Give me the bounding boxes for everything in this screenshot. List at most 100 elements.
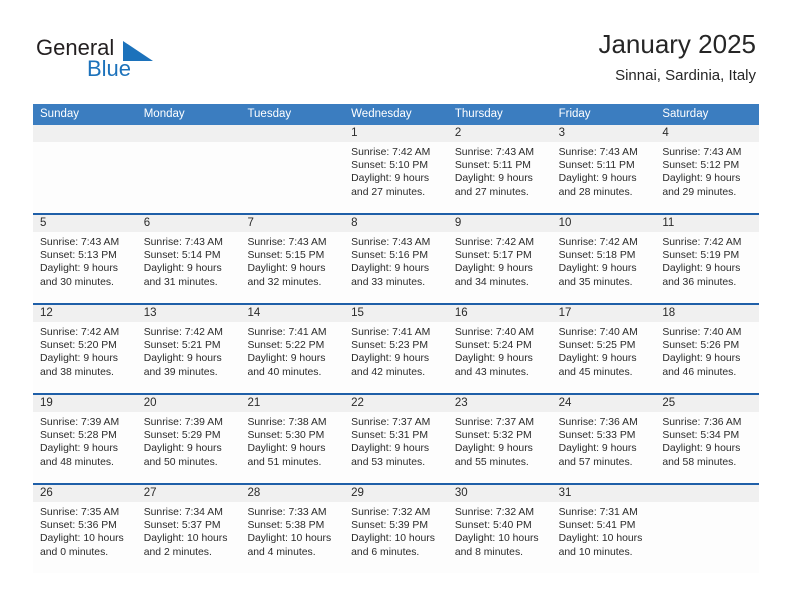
day-cell-20[interactable]: 20 Sunrise: 7:39 AM Sunset: 5:29 PM Dayligh…: [136, 395, 241, 483]
day-cell-5[interactable]: 5 Sunrise: 7:43 AM Sunset: 5:13 PM Daylight…: [33, 215, 137, 303]
day-cell-15[interactable]: 15 Sunrise: 7:41 AM Sunset: 5:23 PM Dayligh…: [344, 305, 448, 393]
day-cell-24[interactable]: 24 Sunrise: 7:36 AM Sunset: 5:33 PM Dayligh…: [551, 395, 656, 483]
day-number: [655, 485, 760, 502]
day-cell-13[interactable]: 13 Sunrise: 7:42 AM Sunset: 5:21 PM Dayligh…: [136, 305, 241, 393]
day-detail-line: and 28 minutes.: [558, 186, 633, 198]
day-detail-line: Daylight: 9 hours: [558, 353, 637, 365]
day-details: Sunrise: 7:33 AM Sunset: 5:38 PM Daylight:…: [240, 502, 344, 559]
day-cell-30[interactable]: 30 Sunrise: 7:32 AM Sunset: 5:40 PM Dayligh…: [447, 485, 552, 573]
day-detail-line: Sunset: 5:29 PM: [143, 430, 221, 442]
day-detail-line: Sunrise: 7:34 AM: [143, 507, 223, 518]
day-detail-line: Sunset: 5:10 PM: [351, 160, 428, 172]
day-detail-line: Sunset: 5:16 PM: [351, 250, 428, 262]
day-detail-line: and 50 minutes.: [143, 456, 218, 468]
day-number: 15: [344, 305, 448, 322]
day-number: 17: [551, 305, 656, 322]
day-details: Sunrise: 7:42 AM Sunset: 5:19 PM Daylight:…: [655, 232, 759, 289]
calendar-week-row: 12 Sunrise: 7:42 AM Sunset: 5:20 PM Dayligh…: [33, 303, 760, 393]
day-cell-23[interactable]: 23 Sunrise: 7:37 AM Sunset: 5:32 PM Dayligh…: [447, 395, 552, 483]
day-cell-14[interactable]: 14 Sunrise: 7:41 AM Sunset: 5:22 PM Dayligh…: [240, 305, 345, 393]
calendar-week-row: 26 Sunrise: 7:35 AM Sunset: 5:36 PM Dayligh…: [33, 483, 760, 573]
day-cell-2[interactable]: 2 Sunrise: 7:43 AM Sunset: 5:11 PM Daylight…: [447, 125, 552, 213]
day-details: Sunrise: 7:43 AM Sunset: 5:14 PM Daylight:…: [137, 232, 241, 289]
day-cell-3[interactable]: 3 Sunrise: 7:43 AM Sunset: 5:11 PM Daylight…: [551, 125, 656, 213]
day-number: 5: [33, 215, 137, 232]
calendar-page: General Blue January 2025 Sinnai, Sardin…: [0, 0, 792, 612]
day-number: [240, 125, 345, 142]
day-detail-line: Daylight: 9 hours: [454, 443, 533, 455]
day-cell-31[interactable]: 31 Sunrise: 7:31 AM Sunset: 5:41 PM Dayligh…: [551, 485, 656, 573]
day-cell-18[interactable]: 18 Sunrise: 7:40 AM Sunset: 5:26 PM Dayligh…: [655, 305, 760, 393]
day-detail-line: Daylight: 10 hours: [40, 533, 124, 545]
day-cell-29[interactable]: 29 Sunrise: 7:32 AM Sunset: 5:39 PM Dayligh…: [344, 485, 448, 573]
day-detail-line: Sunrise: 7:39 AM: [143, 417, 223, 428]
weekday-header-row: Sunday Monday Tuesday Wednesday Thursday Frid…: [33, 104, 759, 125]
day-detail-line: and 58 minutes.: [662, 456, 737, 468]
day-number: [33, 125, 137, 142]
day-cell-8[interactable]: 8 Sunrise: 7:43 AM Sunset: 5:16 PM Daylight…: [344, 215, 448, 303]
day-detail-line: Sunset: 5:31 PM: [351, 430, 428, 442]
day-cell-12[interactable]: 12 Sunrise: 7:42 AM Sunset: 5:20 PM Dayligh…: [33, 305, 137, 393]
day-detail-line: and 51 minutes.: [247, 456, 322, 468]
day-number: 20: [136, 395, 241, 412]
day-detail-line: Sunset: 5:13 PM: [40, 250, 117, 262]
day-detail-line: Sunrise: 7:37 AM: [351, 417, 431, 428]
day-number: 26: [33, 485, 137, 502]
day-detail-line: and 53 minutes.: [351, 456, 426, 468]
day-cell-4[interactable]: 4 Sunrise: 7:43 AM Sunset: 5:12 PM Daylight…: [655, 125, 760, 213]
day-detail-line: Sunrise: 7:43 AM: [351, 237, 431, 248]
day-number: [136, 125, 241, 142]
day-detail-line: Sunset: 5:14 PM: [143, 250, 221, 262]
day-detail-line: Sunrise: 7:37 AM: [454, 417, 535, 428]
day-detail-line: and 55 minutes.: [454, 456, 529, 468]
day-number: 21: [240, 395, 345, 412]
day-detail-line: Daylight: 9 hours: [351, 173, 430, 185]
day-detail-line: Sunset: 5:11 PM: [454, 160, 531, 172]
day-number: 12: [33, 305, 137, 322]
day-number: 10: [551, 215, 656, 232]
day-detail-line: Sunrise: 7:42 AM: [558, 237, 638, 248]
calendar-grid: Sunday Monday Tuesday Wednesday Thursday Frid…: [33, 104, 760, 573]
day-detail-line: Daylight: 9 hours: [351, 353, 430, 365]
day-detail-line: and 4 minutes.: [247, 546, 316, 558]
day-cell-17[interactable]: 17 Sunrise: 7:40 AM Sunset: 5:25 PM Dayligh…: [551, 305, 656, 393]
day-cell-25[interactable]: 25 Sunrise: 7:36 AM Sunset: 5:34 PM Dayligh…: [655, 395, 760, 483]
day-cell-11[interactable]: 11 Sunrise: 7:42 AM Sunset: 5:19 PM Dayligh…: [655, 215, 760, 303]
day-detail-line: Sunrise: 7:36 AM: [558, 417, 638, 428]
day-cell-22[interactable]: 22 Sunrise: 7:37 AM Sunset: 5:31 PM Dayligh…: [344, 395, 448, 483]
day-number: 8: [344, 215, 448, 232]
day-detail-line: and 6 minutes.: [351, 546, 420, 558]
day-detail-line: Daylight: 10 hours: [558, 533, 643, 545]
page-subtitle: Sinnai, Sardinia, Italy: [615, 67, 756, 84]
day-detail-line: Daylight: 9 hours: [247, 443, 326, 455]
day-detail-line: and 2 minutes.: [143, 546, 212, 558]
day-cell-28[interactable]: 28 Sunrise: 7:33 AM Sunset: 5:38 PM Dayligh…: [240, 485, 345, 573]
day-detail-line: and 35 minutes.: [558, 276, 633, 288]
day-cell-19[interactable]: 19 Sunrise: 7:39 AM Sunset: 5:28 PM Dayligh…: [33, 395, 137, 483]
day-detail-line: Sunset: 5:30 PM: [247, 430, 325, 442]
day-detail-line: Sunrise: 7:43 AM: [143, 237, 223, 248]
day-details: Sunrise: 7:42 AM Sunset: 5:18 PM Daylight:…: [552, 232, 656, 289]
brand-logo[interactable]: General Blue: [36, 36, 256, 92]
day-number: 6: [136, 215, 241, 232]
day-cell-26[interactable]: 26 Sunrise: 7:35 AM Sunset: 5:36 PM Dayligh…: [33, 485, 137, 573]
day-cell-7[interactable]: 7 Sunrise: 7:43 AM Sunset: 5:15 PM Daylight…: [240, 215, 345, 303]
day-details: [33, 142, 137, 146]
day-cell-1[interactable]: 1 Sunrise: 7:42 AM Sunset: 5:10 PM Daylight…: [344, 125, 448, 213]
day-details: Sunrise: 7:31 AM Sunset: 5:41 PM Daylight:…: [552, 502, 656, 559]
day-cell-empty: [240, 125, 345, 213]
day-cell-10[interactable]: 10 Sunrise: 7:42 AM Sunset: 5:18 PM Dayligh…: [551, 215, 656, 303]
day-detail-line: Sunrise: 7:43 AM: [40, 237, 120, 248]
day-detail-line: and 38 minutes.: [40, 366, 114, 378]
day-cell-21[interactable]: 21 Sunrise: 7:38 AM Sunset: 5:30 PM Dayligh…: [240, 395, 345, 483]
day-number: 2: [447, 125, 552, 142]
page-title: January 2025: [598, 29, 756, 59]
day-cell-27[interactable]: 27 Sunrise: 7:34 AM Sunset: 5:37 PM Dayligh…: [136, 485, 241, 573]
day-detail-line: and 29 minutes.: [662, 186, 737, 198]
day-cell-9[interactable]: 9 Sunrise: 7:42 AM Sunset: 5:17 PM Daylight…: [447, 215, 552, 303]
day-detail-line: Sunrise: 7:40 AM: [558, 327, 638, 338]
day-cell-16[interactable]: 16 Sunrise: 7:40 AM Sunset: 5:24 PM Dayligh…: [447, 305, 552, 393]
day-cell-6[interactable]: 6 Sunrise: 7:43 AM Sunset: 5:14 PM Daylight…: [136, 215, 241, 303]
day-detail-line: and 33 minutes.: [351, 276, 426, 288]
day-number: 3: [551, 125, 656, 142]
